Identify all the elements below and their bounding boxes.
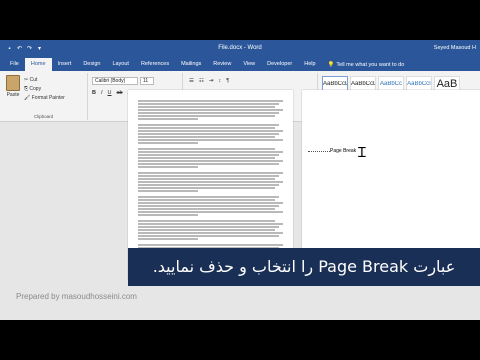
tab-help[interactable]: Help bbox=[298, 58, 321, 71]
tab-developer[interactable]: Developer bbox=[261, 58, 298, 71]
text-line bbox=[138, 115, 275, 117]
text-line bbox=[138, 211, 283, 213]
text-line bbox=[138, 181, 283, 183]
font-format-row: B I U ab A bbox=[92, 90, 131, 96]
text-line bbox=[138, 112, 279, 114]
text-line bbox=[138, 133, 279, 135]
text-line bbox=[138, 244, 283, 246]
text-line bbox=[138, 106, 275, 108]
text-line bbox=[138, 130, 283, 132]
document-title: File.docx - Word bbox=[218, 45, 262, 51]
text-line bbox=[138, 229, 275, 231]
paragraph-row-1: ☰ ☷ ⇥ ↕ ¶ bbox=[189, 78, 229, 84]
text-line bbox=[138, 205, 279, 207]
text-line bbox=[138, 157, 275, 159]
text-line bbox=[138, 196, 279, 198]
text-line bbox=[138, 235, 279, 237]
text-line bbox=[138, 175, 279, 177]
clipboard-group: Paste ✂ Cut ⎘ Copy 🖌 Format Painter Clip… bbox=[0, 73, 88, 120]
tell-me-text: Tell me what you want to do bbox=[336, 61, 405, 68]
text-line bbox=[138, 127, 275, 129]
font-size-select[interactable]: 11 bbox=[140, 77, 154, 85]
text-line bbox=[138, 184, 279, 186]
underline-icon[interactable]: U bbox=[108, 90, 112, 96]
user-name[interactable]: Seyed Masoud H bbox=[434, 45, 476, 51]
text-line bbox=[138, 124, 279, 126]
tab-references[interactable]: References bbox=[135, 58, 175, 71]
text-line bbox=[138, 142, 198, 144]
pilcrow-icon[interactable]: ¶ bbox=[226, 78, 229, 84]
copy-label: Copy bbox=[29, 86, 42, 92]
text-line bbox=[138, 199, 275, 201]
style-sample: AaB bbox=[436, 78, 458, 90]
text-line bbox=[138, 148, 275, 150]
tab-file[interactable]: File bbox=[4, 58, 25, 71]
paste-label: Paste bbox=[6, 92, 20, 98]
page-break-label[interactable]: Page Break bbox=[330, 148, 356, 154]
text-line bbox=[138, 154, 279, 156]
indent-icon[interactable]: ⇥ bbox=[209, 78, 214, 84]
font-name-select[interactable]: Calibri (Body) bbox=[92, 77, 138, 85]
style-sample: AaBbCc bbox=[379, 81, 402, 87]
strikethrough-icon[interactable]: ab bbox=[117, 90, 123, 96]
text-line bbox=[138, 178, 275, 180]
clipboard-group-label: Clipboard bbox=[33, 114, 54, 119]
tell-me-box[interactable]: 💡 Tell me what you want to do bbox=[328, 62, 405, 68]
text-line bbox=[138, 172, 283, 174]
tab-layout[interactable]: Layout bbox=[106, 58, 135, 71]
style-sample: AaBbCcDc bbox=[351, 81, 375, 87]
text-line bbox=[138, 208, 275, 210]
tab-review[interactable]: Review bbox=[207, 58, 237, 71]
text-line bbox=[138, 151, 283, 153]
text-line bbox=[138, 226, 279, 228]
cut-button[interactable]: ✂ Cut bbox=[24, 77, 37, 83]
numbering-icon[interactable]: ☷ bbox=[199, 78, 204, 84]
text-line bbox=[138, 187, 275, 189]
text-line bbox=[138, 214, 198, 216]
page-break-line bbox=[308, 151, 330, 152]
tab-home[interactable]: Home bbox=[24, 58, 52, 71]
ribbon-tabs: File Home Insert Design Layout Reference… bbox=[0, 58, 480, 71]
style-sample: AaBbCcI bbox=[407, 81, 431, 87]
text-line bbox=[138, 139, 283, 141]
tab-insert[interactable]: Insert bbox=[52, 58, 78, 71]
style-sample: AaBbCcDc bbox=[323, 81, 347, 87]
clipboard-icon bbox=[6, 75, 20, 91]
credit-watermark: Prepared by masoudhosseini.com bbox=[16, 292, 137, 301]
text-line bbox=[138, 202, 283, 204]
bold-icon[interactable]: B bbox=[92, 90, 96, 96]
text-line bbox=[138, 220, 275, 222]
text-line bbox=[138, 136, 275, 138]
text-line bbox=[138, 160, 283, 162]
bullets-icon[interactable]: ☰ bbox=[189, 78, 194, 84]
video-frame: ▪ ↶ ↷ ▾ File.docx - Word Seyed Masoud H … bbox=[0, 0, 480, 360]
paste-button[interactable]: Paste bbox=[4, 75, 22, 103]
document-margin-area bbox=[0, 122, 125, 320]
text-line bbox=[138, 166, 198, 168]
text-line bbox=[138, 163, 279, 165]
text-line bbox=[138, 118, 198, 120]
format-painter-button[interactable]: 🖌 Format Painter bbox=[24, 95, 65, 101]
text-cursor-icon: Ɪ bbox=[358, 145, 366, 161]
format-painter-label: Format Painter bbox=[31, 95, 65, 101]
text-line bbox=[138, 232, 283, 234]
sort-icon[interactable]: ↕ bbox=[218, 78, 221, 84]
tab-design[interactable]: Design bbox=[77, 58, 106, 71]
text-line bbox=[138, 223, 283, 225]
lightbulb-icon: 💡 bbox=[327, 61, 335, 68]
tab-view[interactable]: View bbox=[237, 58, 261, 71]
text-line bbox=[138, 238, 198, 240]
tab-mailings[interactable]: Mailings bbox=[175, 58, 207, 71]
text-line bbox=[138, 103, 279, 105]
italic-icon[interactable]: I bbox=[101, 90, 103, 96]
text-line bbox=[138, 109, 283, 111]
cut-label: Cut bbox=[29, 77, 38, 83]
copy-button[interactable]: ⎘ Copy bbox=[24, 86, 41, 92]
title-bar: ▪ ↶ ↷ ▾ File.docx - Word Seyed Masoud H bbox=[0, 40, 480, 58]
text-line bbox=[138, 100, 283, 102]
text-line bbox=[138, 190, 198, 192]
tutorial-caption: عبارت Page Break را انتخاب و حذف نمایید. bbox=[128, 248, 480, 286]
